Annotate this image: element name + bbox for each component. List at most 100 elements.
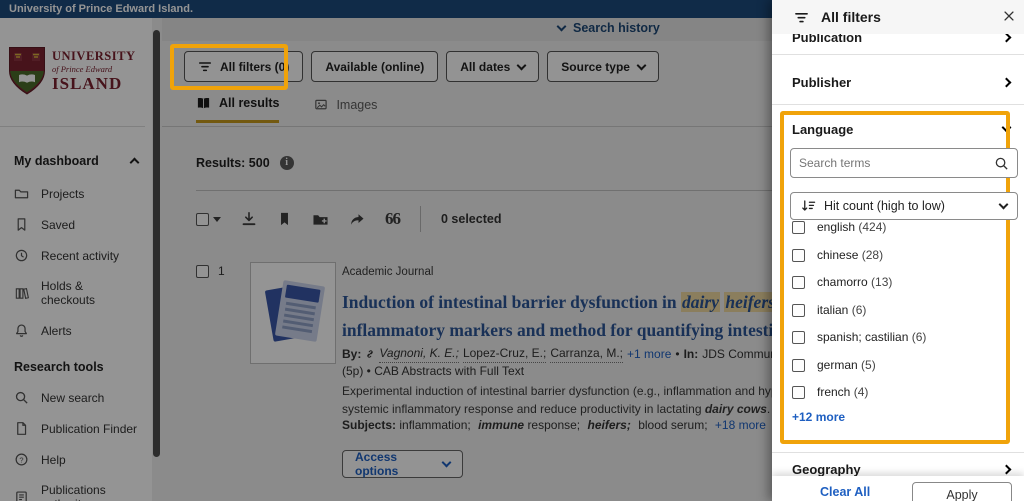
result-type: Academic Journal — [342, 266, 433, 278]
panel-footer: Clear All Apply — [772, 476, 1024, 501]
panel-divider — [772, 54, 1024, 55]
more-authors-link[interactable]: +1 more — [627, 346, 671, 363]
language-option[interactable]: spanish; castilian (6) — [792, 330, 926, 344]
document-icon — [14, 421, 29, 436]
tab-images-label: Images — [336, 98, 377, 112]
sidebar-item-label: Holds & checkouts — [41, 279, 138, 307]
tab-images[interactable]: Images — [313, 96, 377, 123]
sidebar-item-help[interactable]: ? Help — [0, 444, 152, 475]
language-option[interactable]: french (4) — [792, 385, 868, 399]
sidebar-item-saved[interactable]: Saved — [0, 209, 152, 240]
clear-all-link[interactable]: Clear All — [820, 485, 870, 499]
more-subjects-link[interactable]: +18 more — [715, 418, 766, 432]
access-options-button[interactable]: Access options — [342, 450, 463, 478]
language-search-field[interactable] — [790, 148, 1018, 178]
section-language[interactable]: Language — [772, 118, 1024, 140]
scrollbar-thumb[interactable] — [153, 30, 160, 457]
checkbox[interactable] — [792, 276, 805, 289]
logo-line-1: UNIVERSITY — [52, 50, 136, 63]
more-languages-link[interactable]: +12 more — [792, 410, 845, 424]
open-book-icon — [196, 96, 211, 110]
language-sort-dropdown[interactable]: Hit count (high to low) — [790, 192, 1018, 220]
subject-link[interactable]: blood serum; — [638, 418, 707, 432]
language-search-input[interactable] — [791, 156, 994, 170]
info-icon[interactable]: i — [280, 156, 294, 170]
language-option[interactable]: english (424) — [792, 220, 886, 234]
all-filters-button[interactable]: All filters (0) — [184, 51, 303, 82]
source-type-dropdown[interactable]: Source type — [547, 51, 659, 82]
checkbox[interactable] — [792, 221, 805, 234]
emphasized-term: dairy cows — [705, 402, 767, 416]
author-link[interactable]: Vagnoni, K. E.; — [379, 345, 459, 363]
share-button[interactable] — [349, 212, 365, 227]
byline-line-2: (5p) • CAB Abstracts with Full Text — [342, 363, 772, 380]
chevron-right-icon — [1002, 77, 1012, 87]
highlight-term: dairy — [681, 292, 720, 312]
sidebar-item-alerts[interactable]: Alerts — [0, 315, 152, 346]
subject-link[interactable]: heifers; — [587, 418, 630, 432]
subject-link[interactable]: immune response; — [478, 418, 580, 432]
sidebar-item-new-search[interactable]: New search — [0, 382, 152, 413]
sidebar-item-holds-checkouts[interactable]: Holds & checkouts — [0, 271, 152, 315]
my-dashboard-label: My dashboard — [14, 154, 99, 168]
checkbox[interactable] — [792, 331, 805, 344]
add-to-project-button[interactable] — [312, 212, 329, 227]
checkbox[interactable] — [792, 386, 805, 399]
checkbox[interactable] — [792, 304, 805, 317]
section-publisher[interactable]: Publisher — [772, 68, 1024, 96]
save-bookmark-button[interactable] — [277, 211, 292, 227]
results-count: Results: 500 — [196, 156, 270, 170]
authority-catalog-icon — [14, 490, 29, 501]
sidebar-item-publication-finder[interactable]: Publication Finder — [0, 413, 152, 444]
search-history-label: Search history — [573, 21, 660, 35]
available-online-label: Available (online) — [325, 60, 424, 74]
author-link[interactable]: Carranza, M.; — [550, 345, 623, 363]
language-option[interactable]: chinese (28) — [792, 248, 883, 262]
my-dashboard-header[interactable]: My dashboard — [0, 146, 152, 178]
folder-icon — [14, 186, 29, 201]
download-button[interactable] — [241, 211, 257, 227]
search-icon[interactable] — [994, 156, 1009, 171]
language-option[interactable]: chamorro (13) — [792, 275, 892, 289]
title-line-2: inflammatory markers and method for quan… — [342, 316, 772, 344]
result-thumbnail[interactable] — [250, 262, 336, 364]
tab-all-results[interactable]: All results — [196, 96, 279, 123]
select-all-checkbox[interactable] — [196, 213, 221, 226]
search-history-toggle[interactable]: Search history — [558, 21, 660, 35]
checkbox[interactable] — [792, 359, 805, 372]
cite-quote-button[interactable]: 66 — [385, 209, 400, 229]
sidebar-divider — [0, 126, 145, 127]
author-link[interactable]: Lopez-Cruz, E.; — [463, 345, 546, 363]
language-option[interactable]: italian (6) — [792, 303, 866, 317]
sidebar-item-projects[interactable]: Projects — [0, 178, 152, 209]
sidebar-item-label: Projects — [41, 187, 84, 201]
checkbox[interactable] — [792, 249, 805, 262]
caret-down-icon[interactable] — [213, 217, 221, 222]
result-checkbox-row: 1 — [196, 264, 225, 278]
section-language-label: Language — [792, 122, 853, 137]
checkbox-icon[interactable] — [196, 213, 209, 226]
apply-button[interactable]: Apply — [912, 482, 1012, 501]
all-dates-dropdown[interactable]: All dates — [446, 51, 539, 82]
research-tools-header: Research tools — [0, 346, 152, 382]
sidebar-item-label: Saved — [41, 218, 75, 232]
sidebar-item-publications-authority[interactable]: Publications authority — [0, 475, 152, 501]
library-books-icon — [14, 286, 29, 301]
main-region: University of Prince Edward Island. UNIV — [0, 0, 772, 501]
available-online-button[interactable]: Available (online) — [311, 51, 438, 82]
highlight-term: heifers — [724, 292, 772, 312]
upei-logo[interactable]: UNIVERSITY of Prince Edward ISLAND — [8, 46, 136, 96]
result-title-link[interactable]: Induction of intestinal barrier dysfunct… — [342, 288, 772, 344]
close-icon[interactable] — [1002, 9, 1016, 23]
result-byline: By: Vagnoni, K. E.; Lopez-Cruz, E.; Carr… — [342, 345, 772, 381]
filter-icon — [794, 11, 809, 24]
sidebar-scrollbar[interactable] — [152, 18, 162, 501]
subject-link[interactable]: inflammation; — [399, 418, 470, 432]
result-checkbox[interactable] — [196, 265, 209, 278]
sidebar-item-recent-activity[interactable]: Recent activity — [0, 240, 152, 271]
results-count-row: Results: 500 i — [196, 156, 294, 170]
source-type-label: Source type — [561, 60, 630, 74]
panel-divider — [772, 452, 1024, 453]
author-link-icon — [365, 349, 375, 359]
language-option[interactable]: german (5) — [792, 358, 876, 372]
